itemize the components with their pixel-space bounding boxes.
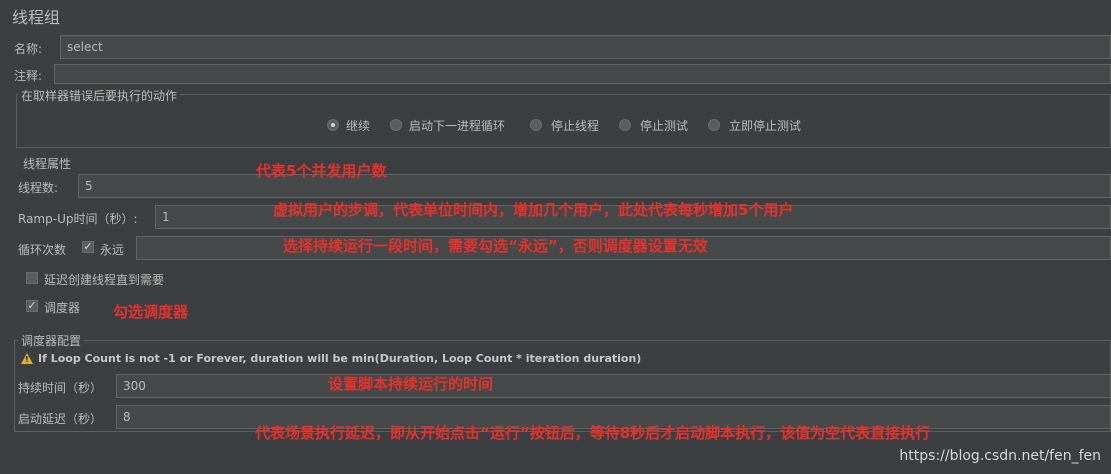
forever-label: 永远 bbox=[100, 243, 125, 257]
radio-stop-test[interactable] bbox=[619, 119, 631, 131]
thread-props-legend: 线程属性 bbox=[20, 155, 75, 172]
radio-stop-test-now[interactable] bbox=[708, 119, 720, 131]
scheduler-checkbox[interactable]: ✓ bbox=[26, 300, 38, 312]
delay-create-checkbox[interactable] bbox=[26, 272, 38, 284]
name-label: 名称: bbox=[14, 42, 43, 56]
annotation-forever: 选择持续运行一段时间，需要勾选“永远”，否则调度器设置无效 bbox=[283, 237, 708, 255]
scheduler-config-legend: 调度器配置 bbox=[18, 332, 85, 349]
watermark: https://blog.csdn.net/fen_fen bbox=[899, 448, 1101, 464]
startup-delay-label: 启动延迟（秒） bbox=[18, 412, 103, 426]
comment-label: 注释: bbox=[14, 69, 43, 83]
scheduler-label: 调度器 bbox=[44, 301, 81, 315]
annotation-scheduler: 勾选调度器 bbox=[113, 303, 189, 321]
threads-input[interactable]: 5 bbox=[78, 174, 1111, 198]
annotation-duration: 设置脚本持续运行的时间 bbox=[328, 375, 494, 393]
radio-next-loop[interactable] bbox=[390, 119, 402, 131]
comment-input[interactable] bbox=[54, 64, 1111, 84]
delay-create-label: 延迟创建线程直到需要 bbox=[44, 273, 165, 287]
duration-warning: If Loop Count is not -1 or Forever, dura… bbox=[38, 352, 642, 365]
annotation-startup-delay: 代表场景执行延迟，即从开始点击“运行”按钮后，等待8秒后才启动脚本执行，该值为空… bbox=[255, 424, 931, 442]
radio-continue[interactable] bbox=[327, 119, 339, 131]
threads-label: 线程数: bbox=[18, 181, 59, 195]
sampler-error-legend: 在取样器错误后要执行的动作 bbox=[18, 87, 181, 104]
duration-label: 持续时间（秒） bbox=[18, 381, 103, 395]
radio-stop-test-now-label: 立即停止测试 bbox=[729, 119, 802, 133]
annotation-thread-count: 代表5个并发用户数 bbox=[256, 162, 387, 180]
radio-stop-thread-label: 停止线程 bbox=[551, 119, 600, 133]
radio-stop-thread[interactable] bbox=[530, 119, 542, 131]
loop-count-label: 循环次数 bbox=[18, 243, 67, 257]
radio-stop-test-label: 停止测试 bbox=[640, 119, 689, 133]
warning-icon: ! bbox=[21, 353, 33, 364]
rampup-label: Ramp-Up时间（秒）: bbox=[18, 212, 138, 226]
annotation-rampup: 虚拟用户的步调，代表单位时间内，增加几个用户，此处代表每秒增加5个用户 bbox=[273, 201, 794, 219]
radio-continue-label: 继续 bbox=[346, 119, 371, 133]
panel-title: 线程组 bbox=[12, 8, 61, 27]
radio-next-loop-label: 启动下一进程循环 bbox=[409, 119, 506, 133]
duration-input[interactable]: 300 bbox=[116, 374, 1111, 398]
forever-checkbox[interactable]: ✓ bbox=[82, 241, 94, 253]
name-input[interactable]: select bbox=[60, 35, 1111, 59]
